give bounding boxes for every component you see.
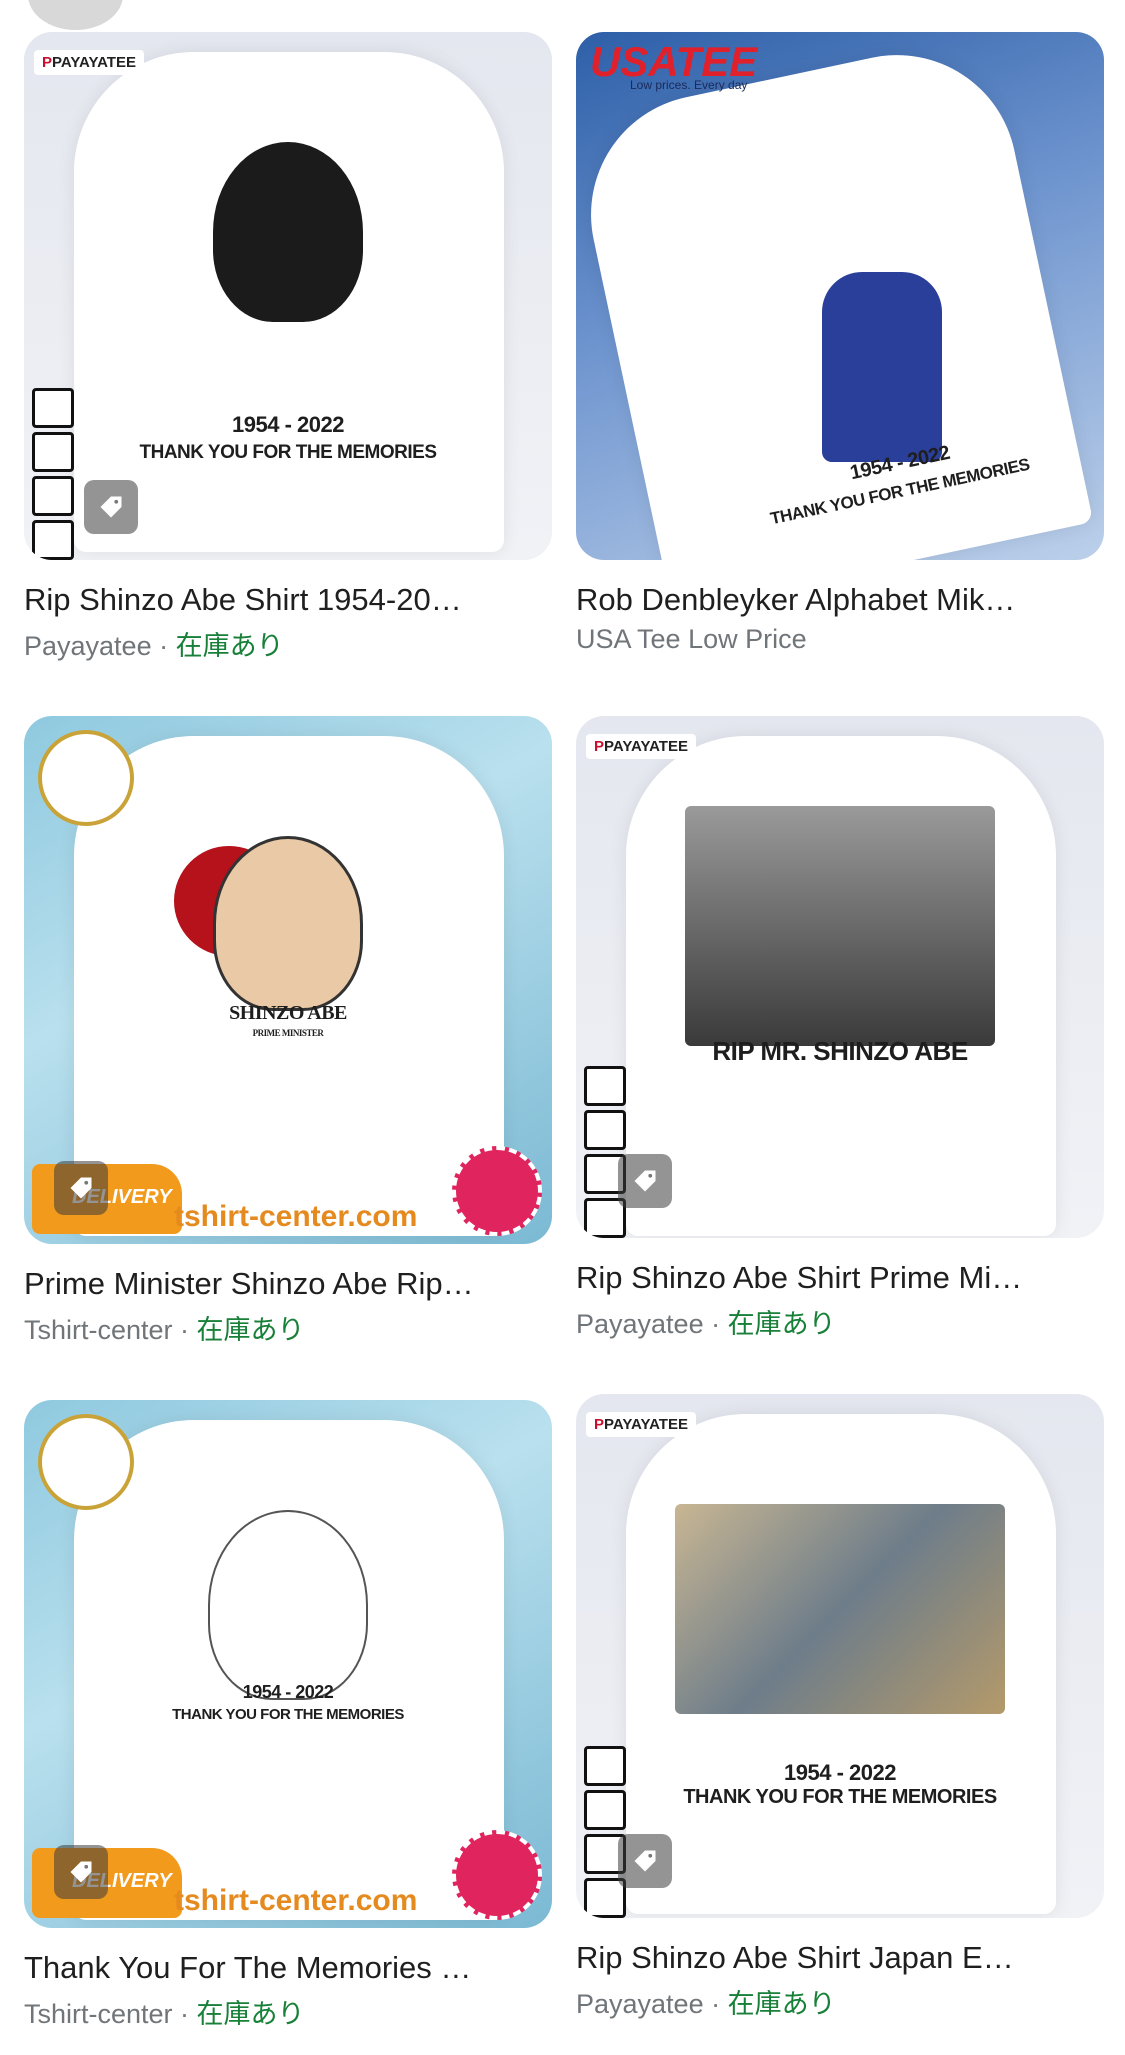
meta-separator: ·: [703, 1989, 728, 2019]
stock-status: 在庫あり: [196, 1999, 305, 2029]
product-source: USA Tee Low Price: [576, 624, 807, 654]
product-image[interactable]: 1954 - 2022 THANK YOU FOR THE MEMORIES P…: [24, 32, 552, 560]
product-image[interactable]: 1954 - 2022 THANK YOU FOR THE MEMORIES U…: [576, 32, 1104, 560]
shirt-print-line-2: THANK YOU FOR THE MEMORIES: [172, 1706, 404, 1723]
product-meta: Tshirt-center · 在庫あり: [24, 1308, 552, 1347]
product-title[interactable]: Rip Shinzo Abe Shirt Prime Mi…: [576, 1260, 1104, 1296]
product-card-3[interactable]: SHINZO ABE PRIME MINISTER DELIVERY tshir…: [24, 716, 552, 1347]
product-card-4[interactable]: RIP MR. SHINZO ABE PPAYAYATEE Rip Shinzo…: [576, 716, 1104, 1341]
shirt-print-line-2: PRIME MINISTER: [252, 1028, 324, 1038]
quality-seal-icon: [452, 1146, 542, 1236]
product-image[interactable]: 1954 - 2022 THANK YOU FOR THE MEMORIES D…: [24, 1400, 552, 1928]
shirt-print-line-1: 1954 - 2022: [232, 412, 344, 437]
portrait-graphic: [213, 142, 363, 322]
brand-logo: PPAYAYATEE: [34, 50, 144, 75]
stock-status: 在庫あり: [727, 1309, 836, 1339]
meta-separator: ·: [172, 1999, 197, 2029]
product-meta: USA Tee Low Price: [576, 624, 1104, 655]
product-card-6[interactable]: 1954 - 2022 THANK YOU FOR THE MEMORIES P…: [576, 1394, 1104, 2021]
shopping-tag-icon[interactable]: [54, 1845, 108, 1899]
badge-icon: [38, 1414, 134, 1510]
product-card-2[interactable]: 1954 - 2022 THANK YOU FOR THE MEMORIES U…: [576, 32, 1104, 655]
product-source: Payayatee: [24, 631, 152, 661]
product-source: Tshirt-center: [24, 1999, 173, 2029]
product-title[interactable]: Thank You For The Memories …: [24, 1950, 552, 1986]
product-meta: Payayatee · 在庫あり: [576, 1982, 1104, 2021]
portrait-graphic: [822, 272, 943, 462]
portrait-graphic: [213, 836, 363, 1011]
stock-status: 在庫あり: [196, 1315, 305, 1345]
product-card-1[interactable]: 1954 - 2022 THANK YOU FOR THE MEMORIES P…: [24, 32, 552, 663]
product-image[interactable]: 1954 - 2022 THANK YOU FOR THE MEMORIES P…: [576, 1394, 1104, 1918]
shirt-print-line-1: SHINZO ABE: [229, 1002, 347, 1024]
shopping-tag-icon[interactable]: [54, 1161, 108, 1215]
product-title[interactable]: Prime Minister Shinzo Abe Rip…: [24, 1266, 552, 1302]
shirt-print-line-1: 1954 - 2022: [242, 1682, 334, 1702]
size-chart-icon: [584, 1746, 630, 1918]
product-image[interactable]: RIP MR. SHINZO ABE PPAYAYATEE: [576, 716, 1104, 1238]
product-source: Tshirt-center: [24, 1315, 173, 1345]
size-chart-icon: [32, 388, 78, 560]
portrait-graphic: [685, 806, 995, 1046]
brand-logo: PPAYAYATEE: [586, 1412, 696, 1437]
product-image[interactable]: SHINZO ABE PRIME MINISTER DELIVERY tshir…: [24, 716, 552, 1244]
quality-seal-icon: [452, 1830, 542, 1920]
size-chart-icon: [584, 1066, 630, 1238]
product-meta: Tshirt-center · 在庫あり: [24, 1992, 552, 2031]
product-meta: Payayatee · 在庫あり: [576, 1302, 1104, 1341]
stock-status: 在庫あり: [175, 631, 284, 661]
stock-status: 在庫あり: [727, 1989, 836, 2019]
product-title[interactable]: Rip Shinzo Abe Shirt Japan E…: [576, 1940, 1104, 1976]
watermark: tshirt-center.com: [174, 1884, 418, 1917]
meta-separator: ·: [703, 1309, 728, 1339]
meta-separator: ·: [172, 1315, 197, 1345]
product-title[interactable]: Rob Denbleyker Alphabet Mik…: [576, 582, 1104, 618]
portrait-graphic: [208, 1510, 368, 1700]
shirt-print-line-2: THANK YOU FOR THE MEMORIES: [683, 1786, 997, 1808]
shirt-print-line-1: 1954 - 2022: [784, 1760, 896, 1785]
brand-tagline: Low prices. Every day: [630, 78, 748, 92]
shirt-print-line-2: THANK YOU FOR THE MEMORIES: [139, 442, 438, 463]
shopping-tag-icon[interactable]: [84, 480, 138, 534]
product-meta: Payayatee · 在庫あり: [24, 624, 552, 663]
avatar[interactable]: [28, 0, 123, 30]
product-source: Payayatee: [576, 1309, 704, 1339]
badge-icon: [38, 730, 134, 826]
portrait-graphic: [675, 1504, 1005, 1714]
watermark: tshirt-center.com: [174, 1200, 418, 1233]
product-title[interactable]: Rip Shinzo Abe Shirt 1954-20…: [24, 582, 552, 618]
shopping-tag-icon[interactable]: [618, 1154, 672, 1208]
shirt-print-line-1: RIP MR. SHINZO ABE: [712, 1036, 968, 1066]
shopping-tag-icon[interactable]: [618, 1834, 672, 1888]
product-source: Payayatee: [576, 1989, 704, 2019]
brand-logo: PPAYAYATEE: [586, 734, 696, 759]
meta-separator: ·: [151, 631, 176, 661]
product-card-5[interactable]: 1954 - 2022 THANK YOU FOR THE MEMORIES D…: [24, 1400, 552, 2031]
